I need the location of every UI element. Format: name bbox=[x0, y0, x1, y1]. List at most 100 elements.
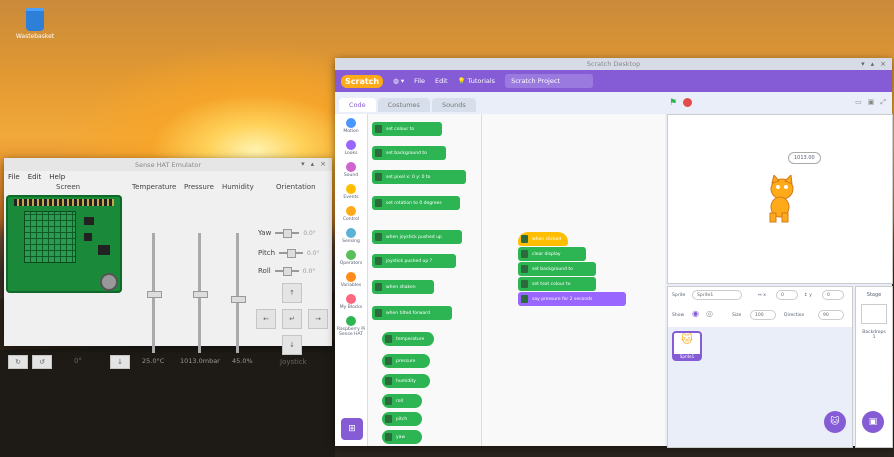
minimize-icon[interactable]: ▾ bbox=[861, 60, 865, 68]
palette-block[interactable]: pressure bbox=[382, 354, 430, 368]
script-block[interactable]: set text colour to bbox=[518, 277, 596, 291]
palette-block[interactable]: when tilted forward bbox=[372, 306, 452, 320]
scratch-logo[interactable]: Scratch bbox=[341, 74, 384, 88]
maximize-icon[interactable]: ▴ bbox=[871, 60, 875, 68]
show-hidden-icon[interactable]: ◎ bbox=[706, 309, 713, 318]
sprite-list: 🐱 Sprite1 🐱 bbox=[668, 327, 852, 447]
down-button[interactable]: ↓ bbox=[110, 355, 130, 369]
extension-button[interactable]: ⊞ bbox=[341, 418, 363, 440]
palette-block[interactable]: set colour to bbox=[372, 122, 442, 136]
rotate-left-button[interactable]: ↻ bbox=[8, 355, 28, 369]
green-flag-icon[interactable]: ⚑ bbox=[669, 98, 677, 108]
joystick-up-button[interactable]: ↑ bbox=[282, 283, 302, 303]
palette-block[interactable]: joystick pushed up ? bbox=[372, 254, 456, 268]
tab-costumes[interactable]: Costumes bbox=[377, 98, 430, 112]
window-title: Sense HAT Emulator bbox=[134, 160, 202, 169]
menu-file[interactable]: File bbox=[414, 77, 425, 85]
tab-sounds[interactable]: Sounds bbox=[431, 98, 476, 112]
palette-block[interactable]: pitch bbox=[382, 412, 422, 426]
size-input[interactable]: 100 bbox=[750, 310, 776, 320]
script-block[interactable]: clear display bbox=[518, 247, 586, 261]
yaw-row: Yaw 0.0° bbox=[258, 229, 316, 238]
cat-sprite-icon[interactable] bbox=[760, 175, 802, 223]
x-label: ↔ x bbox=[758, 293, 766, 298]
menu-help[interactable]: Help bbox=[49, 173, 65, 181]
backdrop-thumbnail[interactable] bbox=[861, 304, 887, 324]
joystick-center-button[interactable]: ↵ bbox=[282, 309, 302, 329]
close-icon[interactable]: × bbox=[320, 160, 326, 168]
direction-input[interactable]: 90 bbox=[818, 310, 844, 320]
yaw-slider[interactable] bbox=[275, 229, 300, 238]
palette-block[interactable]: yaw bbox=[382, 430, 422, 444]
palette-block[interactable]: temperature bbox=[382, 332, 434, 346]
editor-tabs: Code Costumes Sounds bbox=[335, 96, 669, 112]
lightbulb-icon: 💡 bbox=[457, 77, 466, 85]
temperature-value: 25.0°C bbox=[142, 357, 165, 365]
sprite-thumbnail[interactable]: 🐱 Sprite1 bbox=[672, 331, 702, 361]
add-backdrop-button[interactable]: ▣ bbox=[862, 411, 884, 433]
maximize-icon[interactable]: ▴ bbox=[311, 160, 315, 168]
tab-code[interactable]: Code bbox=[339, 98, 376, 112]
x-input[interactable]: 0 bbox=[776, 290, 798, 300]
sprite-name-input[interactable]: Sprite1 bbox=[692, 290, 742, 300]
category-9[interactable]: Raspberry Pi Sense HAT bbox=[335, 316, 367, 337]
close-icon[interactable]: × bbox=[880, 60, 886, 68]
block-text: roll bbox=[396, 398, 404, 404]
category-6[interactable]: Operators bbox=[335, 250, 367, 266]
palette-block[interactable]: set pixel x: 0 y: 0 to bbox=[372, 170, 466, 184]
menu-file[interactable]: File bbox=[8, 173, 20, 181]
category-dot-icon bbox=[346, 250, 356, 260]
joystick-right-button[interactable]: → bbox=[308, 309, 328, 329]
show-visible-icon[interactable]: ◉ bbox=[692, 309, 699, 318]
slider-knob[interactable] bbox=[193, 291, 208, 298]
tutorials-button[interactable]: 💡 Tutorials bbox=[458, 77, 495, 85]
category-7[interactable]: Variables bbox=[335, 272, 367, 288]
minimize-icon[interactable]: ▾ bbox=[301, 160, 305, 168]
category-dot-icon bbox=[346, 294, 356, 304]
pitch-slider[interactable] bbox=[279, 249, 304, 258]
stage-selector[interactable]: Stage Backdrops 1 ▣ bbox=[855, 286, 893, 448]
stop-icon[interactable] bbox=[683, 98, 693, 107]
fullscreen-icon[interactable]: ⤢ bbox=[880, 98, 886, 107]
script-block[interactable]: set background to bbox=[518, 262, 596, 276]
menu-edit[interactable]: Edit bbox=[435, 77, 448, 85]
sense-hat-titlebar[interactable]: Sense HAT Emulator ▾ ▴ × bbox=[4, 158, 332, 171]
category-0[interactable]: Motion bbox=[335, 118, 367, 134]
say-block[interactable]: say pressure for 2 seconds bbox=[518, 292, 626, 306]
joystick-down-button[interactable]: ↓ bbox=[282, 335, 302, 355]
palette-block[interactable]: roll bbox=[382, 394, 422, 408]
scratch-titlebar[interactable]: Scratch Desktop ▾ ▴ × bbox=[335, 58, 892, 70]
category-8[interactable]: My Blocks bbox=[335, 294, 367, 310]
block-text: set rotation to 0 degrees bbox=[386, 200, 442, 206]
project-title-input[interactable]: Scratch Project bbox=[505, 74, 594, 88]
palette-block[interactable]: when shaken bbox=[372, 280, 434, 294]
category-5[interactable]: Sensing bbox=[335, 228, 367, 244]
globe-icon[interactable]: ◍ ▾ bbox=[393, 77, 404, 85]
slider-knob[interactable] bbox=[231, 296, 246, 303]
palette-block[interactable]: set background to bbox=[372, 146, 446, 160]
when-flag-clicked-block[interactable]: when clicked bbox=[518, 232, 568, 246]
pressure-slider[interactable] bbox=[193, 233, 208, 353]
small-stage-icon[interactable]: ▭ bbox=[855, 98, 862, 107]
palette-block[interactable]: when joystick pushed up bbox=[372, 230, 462, 244]
large-stage-icon[interactable]: ▣ bbox=[868, 98, 875, 107]
slider-knob[interactable] bbox=[147, 291, 162, 298]
category-4[interactable]: Control bbox=[335, 206, 367, 222]
script[interactable]: when clicked clear display set backgroun… bbox=[518, 232, 628, 306]
temperature-slider[interactable] bbox=[147, 233, 162, 353]
palette-block[interactable]: set rotation to 0 degrees bbox=[372, 196, 460, 210]
category-1[interactable]: Looks bbox=[335, 140, 367, 156]
menu-edit[interactable]: Edit bbox=[28, 173, 42, 181]
y-input[interactable]: 0 bbox=[822, 290, 844, 300]
block-text: temperature bbox=[396, 336, 425, 342]
category-3[interactable]: Events bbox=[335, 184, 367, 200]
palette-block[interactable]: humidity bbox=[382, 374, 430, 388]
rotate-right-button[interactable]: ↺ bbox=[32, 355, 52, 369]
category-2[interactable]: Sound bbox=[335, 162, 367, 178]
joystick-left-button[interactable]: ← bbox=[256, 309, 276, 329]
add-sprite-button[interactable]: 🐱 bbox=[824, 411, 846, 433]
humidity-slider[interactable] bbox=[231, 233, 246, 353]
stage-canvas[interactable]: 1013.00 bbox=[667, 114, 893, 284]
roll-slider[interactable] bbox=[274, 267, 299, 276]
sense-hat-window: Sense HAT Emulator ▾ ▴ × File Edit Help … bbox=[4, 158, 332, 369]
